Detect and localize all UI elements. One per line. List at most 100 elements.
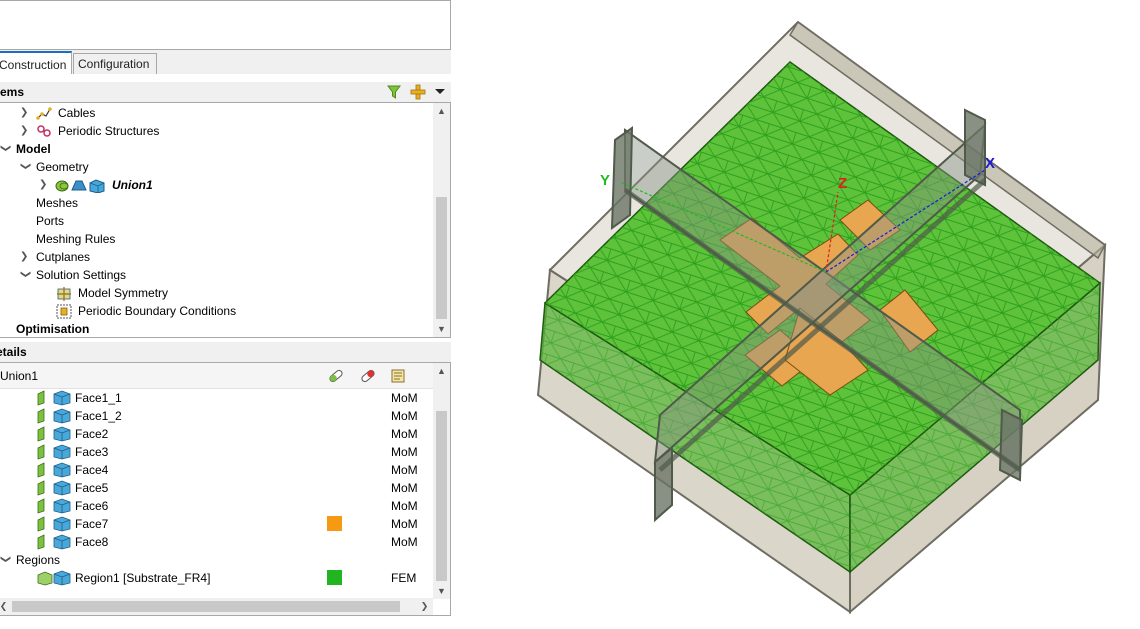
tree-item-meshing-rules[interactable]: Meshing Rules xyxy=(36,230,115,248)
model-symmetry-icon xyxy=(57,287,71,301)
chevron-right-icon[interactable]: ❯ xyxy=(20,248,30,266)
color-swatch[interactable] xyxy=(327,516,342,531)
chevron-down-icon[interactable]: ❯ xyxy=(16,162,34,172)
face-icon xyxy=(37,516,71,532)
items-title: tems xyxy=(0,85,25,99)
filter-icon[interactable] xyxy=(386,83,402,101)
face-label: Face4 xyxy=(75,463,109,477)
model-render[interactable]: Z X Y xyxy=(452,0,1140,626)
face-row-face8[interactable]: Face8 MoM xyxy=(0,533,433,551)
periodic-structures-icon xyxy=(37,125,51,137)
tree-item-label: Union1 xyxy=(112,178,153,192)
face-row-face1-1[interactable]: Face1_1 MoM xyxy=(0,389,433,407)
tree-item-label: Ports xyxy=(36,214,65,228)
3d-viewport[interactable]: Z X Y xyxy=(452,0,1140,626)
details-list: Union1 Face1_1 MoM Face1_2 MoM Face2 MoM… xyxy=(0,362,451,616)
solver-label: MoM xyxy=(391,427,418,441)
face-row-face4[interactable]: Face4 MoM xyxy=(0,461,433,479)
tree-item-cutplanes[interactable]: ❯ Cutplanes xyxy=(0,248,433,266)
tree-scrollbar-thumb[interactable] xyxy=(436,197,447,319)
tree-item-label: Meshes xyxy=(36,196,79,210)
tree-item-geometry[interactable]: ❯ Geometry xyxy=(0,158,433,176)
axis-label-z: Z xyxy=(838,175,847,192)
scroll-up-icon[interactable]: ▲ xyxy=(433,363,450,379)
face-icon xyxy=(37,408,71,424)
tree-item-periodic-boundary-conditions[interactable]: Periodic Boundary Conditions xyxy=(0,302,433,320)
chevron-down-icon[interactable]: ❯ xyxy=(16,270,34,280)
solver-label: MoM xyxy=(391,535,418,549)
tree-item-label: Optimisation xyxy=(16,322,90,336)
color-swatch[interactable] xyxy=(327,570,342,585)
face-label: Face1_2 xyxy=(75,409,122,423)
tree-item-model[interactable]: ❯ Model xyxy=(0,140,433,158)
face-icon xyxy=(37,444,71,460)
mom-solver-column-icon[interactable] xyxy=(327,368,345,384)
face-label: Face2 xyxy=(75,427,109,441)
face-row-face1-2[interactable]: Face1_2 MoM xyxy=(0,407,433,425)
tree-item-union1[interactable]: ❯ Union1 xyxy=(0,176,433,194)
face-row-face6[interactable]: Face6 MoM xyxy=(0,497,433,515)
add-icon[interactable] xyxy=(410,83,426,101)
scroll-up-icon[interactable]: ▲ xyxy=(433,103,450,119)
region-label: Region1 [Substrate_FR4] xyxy=(75,571,211,585)
tab-construction[interactable]: Construction xyxy=(0,51,72,74)
face-row-face2[interactable]: Face2 MoM xyxy=(0,425,433,443)
details-header: etails xyxy=(0,342,451,362)
tree-item-label: Periodic Structures xyxy=(58,124,160,138)
chevron-right-icon[interactable]: ❯ xyxy=(39,176,49,194)
tree-item-meshes[interactable]: Meshes xyxy=(36,194,78,212)
tree-item-cables[interactable]: ❯ Cables xyxy=(0,104,433,122)
face-label: Face1_1 xyxy=(75,391,122,405)
axis-label-x: X xyxy=(985,155,995,172)
face-label: Face3 xyxy=(75,445,109,459)
tab-configuration[interactable]: Configuration xyxy=(73,53,157,74)
fem-solver-column-icon[interactable] xyxy=(359,368,377,384)
face-row-face7[interactable]: Face7 MoM xyxy=(0,515,433,533)
tree-scrollbar[interactable]: ▲ ▼ xyxy=(433,103,450,337)
solver-label: MoM xyxy=(391,391,418,405)
solver-label: FEM xyxy=(391,571,417,585)
details-root-label: Union1 xyxy=(0,369,39,383)
scroll-right-icon[interactable]: ❯ xyxy=(416,598,433,614)
dropdown-arrow-icon[interactable] xyxy=(434,88,446,96)
solver-label: MoM xyxy=(391,445,418,459)
face-icon xyxy=(37,426,71,442)
tree-item-label: Model Symmetry xyxy=(78,286,169,300)
details-title: etails xyxy=(0,345,27,359)
details-scrollbar-thumb[interactable] xyxy=(436,411,447,581)
top-panel xyxy=(0,0,451,50)
tree-item-label: Geometry xyxy=(36,160,89,174)
scroll-down-icon[interactable]: ▼ xyxy=(433,321,450,337)
chevron-right-icon[interactable]: ❯ xyxy=(20,104,30,122)
face-icon xyxy=(37,498,71,514)
scroll-left-icon[interactable]: ❮ xyxy=(0,598,12,614)
chevron-right-icon[interactable]: ❯ xyxy=(20,122,30,140)
tree-item-ports[interactable]: Ports xyxy=(36,212,64,230)
model-tree: ❯ Cables ❯ Periodic Structures ❯ Model ❯… xyxy=(0,102,451,338)
cables-icon xyxy=(36,107,52,120)
chevron-down-icon[interactable]: ❯ xyxy=(0,555,14,565)
tree-item-label: Meshing Rules xyxy=(36,232,116,246)
tree-item-optimisation[interactable]: Optimisation xyxy=(16,320,90,337)
union-geometry-icon xyxy=(55,179,105,193)
scroll-down-icon[interactable]: ▼ xyxy=(433,583,450,599)
regions-group[interactable]: ❯ Regions xyxy=(0,551,433,569)
tree-item-label: Cables xyxy=(58,106,96,120)
details-h-scrollbar-thumb[interactable] xyxy=(12,601,400,612)
face-icon xyxy=(37,390,71,406)
details-scrollbar[interactable]: ▲ ▼ xyxy=(433,363,450,599)
region-row-region1[interactable]: Region1 [Substrate_FR4] FEM xyxy=(0,569,433,587)
solver-label: MoM xyxy=(391,463,418,477)
chevron-down-icon[interactable]: ❯ xyxy=(0,144,14,154)
face-icon xyxy=(37,534,71,550)
face-icon xyxy=(37,462,71,478)
face-label: Face7 xyxy=(75,517,109,531)
face-row-face3[interactable]: Face3 MoM xyxy=(0,443,433,461)
tree-item-solution-settings[interactable]: ❯ Solution Settings xyxy=(0,266,433,284)
details-h-scrollbar[interactable]: ❮ ❯ xyxy=(0,598,433,615)
solver-settings-column-icon[interactable] xyxy=(390,368,406,384)
tree-item-model-symmetry[interactable]: Model Symmetry xyxy=(0,284,433,302)
face-row-face5[interactable]: Face5 MoM xyxy=(0,479,433,497)
tree-item-label: Model xyxy=(16,142,51,156)
tree-item-periodic-structures[interactable]: ❯ Periodic Structures xyxy=(0,122,433,140)
